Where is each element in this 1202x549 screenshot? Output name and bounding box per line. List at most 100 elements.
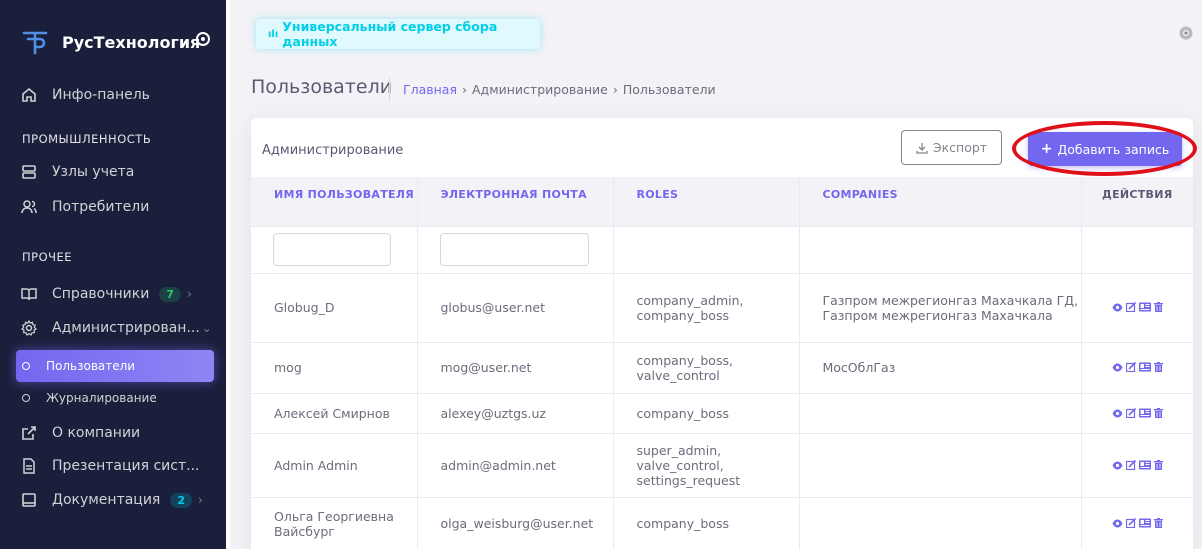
edit-icon[interactable]	[1125, 516, 1136, 531]
users-card: Администрирование Экспорт + Добавить зап…	[251, 118, 1193, 549]
email-cell: mog@user.net	[417, 341, 614, 393]
add-record-label: Добавить запись	[1057, 141, 1170, 157]
username-cell: Admin Admin	[251, 432, 418, 497]
roles-cell: company_boss, valve_control	[613, 341, 800, 393]
username-filter-input[interactable]	[273, 233, 391, 266]
row-actions	[1112, 360, 1163, 375]
sidebar-item-metering-nodes[interactable]: Узлы учета	[20, 158, 134, 186]
sidebar-item-users[interactable]: Пользователи	[22, 352, 135, 380]
username-cell: Globug_D	[251, 272, 418, 342]
table-row[interactable]: Ольга Георгиевна Вайсбург olga_weisburg@u…	[251, 496, 1193, 549]
edit-icon[interactable]	[1125, 360, 1136, 375]
companies-cell: МосОблГаз	[799, 341, 1082, 393]
email-cell: olga_weisburg@user.net	[417, 496, 614, 549]
sidebar-collapse-toggle-icon[interactable]	[196, 32, 210, 46]
username-cell: mog	[251, 341, 418, 393]
breadcrumb: Главная › Администрирование › Пользователи	[403, 82, 716, 97]
sidebar-section-industry: ПРОМЫШЛЕННОСТЬ	[22, 132, 152, 146]
column-header-email[interactable]: ЭЛЕКТРОННАЯ ПОЧТА	[417, 177, 614, 226]
sidebar-item-logging[interactable]: Журналирование	[22, 384, 157, 412]
id-card-icon[interactable]	[1138, 458, 1151, 473]
breadcrumb-chevron-icon: ›	[462, 82, 467, 97]
plus-icon: +	[1040, 141, 1053, 157]
row-actions	[1112, 300, 1163, 315]
roles-cell: company_boss	[613, 496, 800, 549]
view-eye-icon[interactable]	[1112, 300, 1123, 315]
breadcrumb-admin[interactable]: Администрирование	[472, 82, 608, 97]
trash-icon[interactable]	[1153, 406, 1163, 421]
add-record-button[interactable]: + Добавить запись	[1028, 132, 1182, 166]
bar-chart-icon: ılı	[268, 28, 279, 40]
id-card-icon[interactable]	[1138, 516, 1151, 531]
view-eye-icon[interactable]	[1112, 458, 1123, 473]
breadcrumb-home-link[interactable]: Главная	[403, 82, 457, 97]
chevron-down-icon: ⌄	[201, 321, 212, 335]
view-eye-icon[interactable]	[1112, 406, 1123, 421]
user-settings-gear-icon[interactable]	[1178, 25, 1194, 41]
roles-cell: company_admin, company_boss	[613, 272, 800, 342]
column-header-actions: ДЕЙСТВИЯ	[1081, 177, 1193, 226]
table-row[interactable]: Алексей Смирнов alexey@uztgs.uz company_bo…	[251, 392, 1193, 433]
users-table: ИМЯ ПОЛЬЗОВАТЕЛЯ ЭЛЕКТРОННАЯ ПОЧТА ROLES…	[251, 177, 1193, 549]
sidebar-item-label: Инфо-панель	[52, 87, 150, 103]
view-eye-icon[interactable]	[1112, 360, 1123, 375]
email-cell: admin@admin.net	[417, 432, 614, 497]
row-actions	[1112, 516, 1163, 531]
sidebar-item-administration[interactable]: Администрирован... ⌄	[20, 314, 212, 342]
edit-icon[interactable]	[1125, 300, 1136, 315]
table-row[interactable]: Admin Admin admin@admin.net super_admin, v…	[251, 432, 1193, 497]
export-button[interactable]: Экспорт	[901, 130, 1002, 165]
id-card-icon[interactable]	[1138, 360, 1151, 375]
email-filter-input[interactable]	[439, 233, 589, 266]
actions-cell	[1081, 432, 1193, 497]
filter-cell	[1081, 225, 1193, 273]
sidebar-item-label: Пользователи	[46, 359, 136, 373]
book-open-icon	[20, 285, 38, 303]
companies-cell: Газпром межрегионгаз Махачкала ГД, Газпр…	[799, 272, 1082, 342]
sidebar-section-other: ПРОЧЕЕ	[22, 250, 73, 264]
id-card-icon[interactable]	[1138, 406, 1151, 421]
id-card-icon[interactable]	[1138, 300, 1151, 315]
sidebar-item-consumers[interactable]: Потребители	[20, 193, 149, 221]
chevron-right-icon: ›	[198, 493, 203, 507]
sidebar-edge	[226, 0, 230, 549]
column-header-username[interactable]: ИМЯ ПОЛЬЗОВАТЕЛЯ	[251, 177, 418, 226]
trash-icon[interactable]	[1153, 360, 1163, 375]
download-icon	[916, 142, 928, 154]
server-icon	[20, 163, 38, 181]
brand-logo-icon	[22, 31, 48, 55]
edit-icon[interactable]	[1125, 406, 1136, 421]
table-row[interactable]: Globug_D globus@user.net company_admin, co…	[251, 272, 1193, 342]
brand[interactable]: РусТехнология	[22, 22, 200, 62]
trash-icon[interactable]	[1153, 300, 1163, 315]
table-row[interactable]: mog mog@user.net company_boss, valve_contr…	[251, 341, 1193, 393]
roles-cell: company_boss	[613, 392, 800, 433]
chevron-right-icon: ›	[186, 287, 192, 301]
breadcrumb-chevron-icon: ›	[612, 82, 618, 97]
export-label: Экспорт	[932, 140, 988, 155]
file-text-icon	[20, 457, 38, 475]
sidebar-item-presentation[interactable]: Презентация сист...	[20, 452, 199, 480]
edit-icon[interactable]	[1125, 458, 1136, 473]
circle-icon	[22, 362, 30, 370]
sidebar-item-dashboard[interactable]: Инфо-панель	[20, 81, 150, 109]
sidebar-item-references[interactable]: Справочники 7 ›	[20, 280, 192, 308]
server-title-chip: ılı Универсальный сервер сбора данных	[256, 19, 540, 49]
sidebar-item-documentation[interactable]: Документация 2 ›	[20, 486, 203, 514]
sidebar-item-label: Презентация сист...	[52, 458, 200, 474]
column-header-companies[interactable]: COMPANIES	[799, 177, 1082, 226]
folder-icon	[20, 491, 38, 509]
actions-cell	[1081, 341, 1193, 393]
sidebar-item-label: Узлы учета	[52, 164, 135, 180]
filter-row	[251, 225, 1193, 273]
breadcrumb-current: Пользователи	[622, 82, 716, 97]
filter-cell	[251, 225, 418, 273]
sidebar-item-about[interactable]: О компании	[20, 419, 140, 447]
column-header-roles[interactable]: ROLES	[613, 177, 800, 226]
view-eye-icon[interactable]	[1112, 516, 1123, 531]
sidebar-item-label: Потребители	[52, 199, 150, 215]
sidebar-item-label: Справочники	[52, 286, 150, 302]
trash-icon[interactable]	[1153, 516, 1163, 531]
trash-icon[interactable]	[1153, 458, 1163, 473]
companies-cell	[799, 496, 1082, 549]
